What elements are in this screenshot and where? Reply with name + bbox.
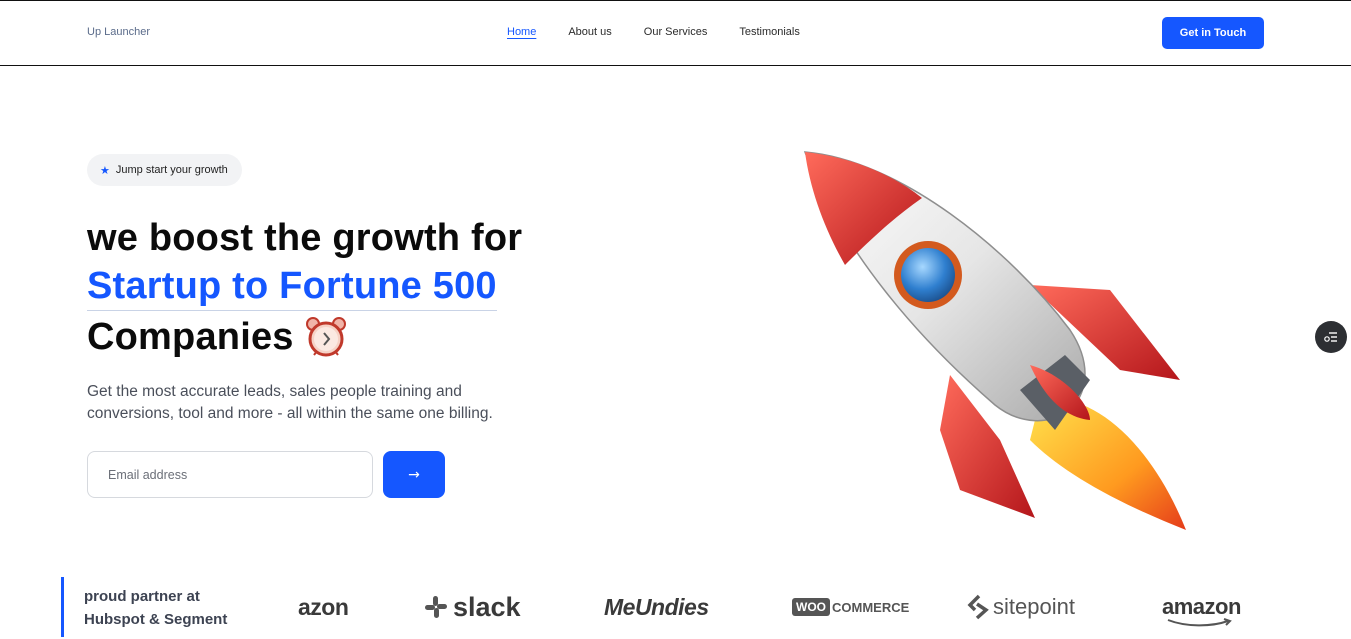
headline-line-1: we boost the growth for xyxy=(87,217,523,259)
alarm-clock-icon xyxy=(304,315,348,359)
woo-badge: WOO xyxy=(792,598,830,616)
partner-caption-line-2: Hubspot & Segment xyxy=(84,611,228,628)
headline-companies: Companies xyxy=(87,316,294,358)
amazon-logo-text-full: amazon xyxy=(1162,594,1241,619)
site-header: Up Launcher Home About us Our Services T… xyxy=(0,0,1351,66)
get-in-touch-button[interactable]: Get in Touch xyxy=(1162,17,1264,49)
main-nav: Home About us Our Services Testimonials xyxy=(507,26,800,38)
meundies-logo-text: MeUndies xyxy=(604,593,709,620)
nav-about-us[interactable]: About us xyxy=(568,26,611,38)
brand-logo[interactable]: Up Launcher xyxy=(87,26,150,38)
growth-badge: ★ Jump start your growth xyxy=(87,154,242,186)
amazon-logo-partial: azon xyxy=(298,582,349,632)
email-input[interactable] xyxy=(87,451,373,498)
toc-toggle-button[interactable] xyxy=(1315,321,1347,353)
hero-subtitle: Get the most accurate leads, sales peopl… xyxy=(87,383,493,422)
sitepoint-logo-text: sitepoint xyxy=(993,594,1075,619)
amazon-logo-text: azon xyxy=(298,593,349,620)
star-icon: ★ xyxy=(100,164,110,177)
nav-testimonials[interactable]: Testimonials xyxy=(739,26,800,38)
list-icon xyxy=(1324,332,1337,342)
badge-text: Jump start your growth xyxy=(115,164,228,176)
slack-logo: slack xyxy=(423,582,521,632)
slack-logo-text: slack xyxy=(453,591,521,622)
sitepoint-icon xyxy=(967,594,989,620)
headline-line-2: Startup to Fortune 500 xyxy=(87,267,497,311)
headline-line-3: Companies xyxy=(87,315,348,359)
amazon-smile-icon xyxy=(1167,618,1232,627)
submit-arrow-button[interactable]: → xyxy=(383,451,445,498)
partner-caption: proud partner at Hubspot & Segment xyxy=(84,585,227,631)
nav-our-services[interactable]: Our Services xyxy=(644,26,708,38)
commerce-text: COMMERCE xyxy=(832,599,910,615)
rocket-illustration xyxy=(803,151,1186,530)
partner-logos: azon slack MeUndies WOO COMMERCE sitepoi… xyxy=(270,582,1270,632)
woocommerce-logo: WOO COMMERCE xyxy=(792,582,909,632)
partner-caption-line-1: proud partner at xyxy=(84,588,200,605)
amazon-logo: amazon xyxy=(1162,582,1241,632)
partner-accent-bar xyxy=(61,577,64,637)
sitepoint-logo: sitepoint xyxy=(967,582,1075,632)
meundies-logo: MeUndies xyxy=(604,582,709,632)
slack-icon xyxy=(425,596,447,618)
nav-home[interactable]: Home xyxy=(507,26,536,38)
